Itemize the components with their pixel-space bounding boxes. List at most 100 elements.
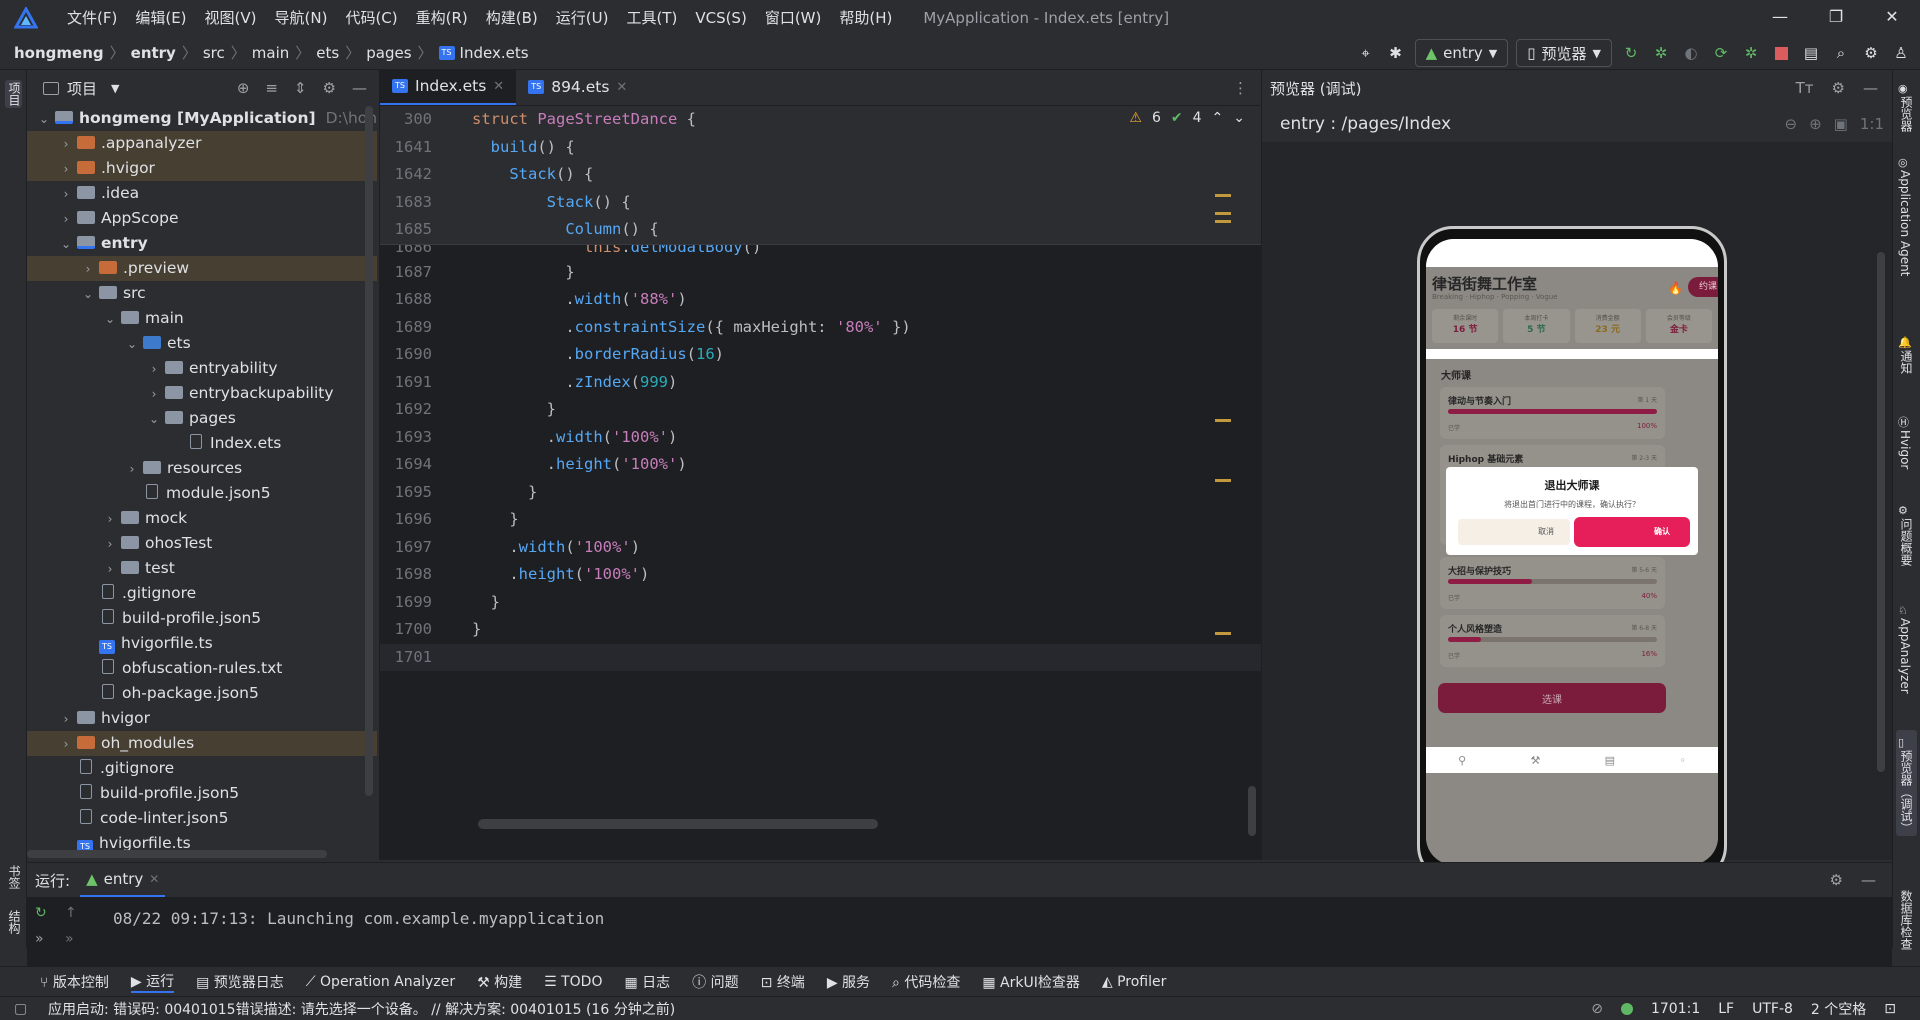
fit-icon[interactable]: ▣ (1834, 115, 1848, 133)
line-number[interactable]: 1688 (380, 286, 450, 314)
tree-item[interactable]: build-profile.json5 (27, 781, 377, 806)
menu-help[interactable]: 帮助(H) (830, 0, 901, 36)
dialog-confirm-button[interactable]: 确认 (1574, 517, 1690, 547)
chevron-down-icon[interactable]: ⌄ (147, 407, 161, 432)
dialog-cancel-button[interactable]: 取消 (1458, 519, 1570, 545)
attach-icon[interactable]: ◐ (1680, 42, 1702, 64)
tree-item[interactable]: .gitignore (27, 756, 377, 781)
books-tab-icon[interactable]: ▤ (1605, 754, 1615, 767)
chevron-down-icon[interactable]: ⌄ (125, 332, 139, 357)
project-panel-title[interactable]: 项目 (67, 78, 97, 99)
gear-icon[interactable]: ⚙ (1830, 871, 1843, 889)
line-number[interactable]: 1701 (380, 644, 450, 672)
book-button[interactable]: 约课 (1688, 277, 1718, 297)
menu-vcs[interactable]: VCS(S) (686, 0, 755, 36)
chevron-down-icon[interactable]: ⌄ (37, 107, 51, 132)
arkui-inspector-tool[interactable]: ▦ ArkUI检查器 (982, 972, 1080, 992)
services-tool[interactable]: ▶ 服务 (827, 972, 870, 992)
select-course-button[interactable]: 选课 (1438, 683, 1666, 713)
line-number[interactable]: 1695 (380, 479, 450, 507)
chevron-right-icon[interactable]: › (59, 157, 73, 182)
problems-tool[interactable]: ⓘ 问题 (692, 972, 738, 992)
inspection-widget[interactable]: ⚠ 6 ✔ 4 ⌃ ⌄ (1129, 110, 1245, 126)
previewer-log-tool[interactable]: ▤ 预览器日志 (196, 972, 284, 992)
code-line[interactable]: 1687 } (380, 259, 1261, 287)
gear-icon[interactable]: ⚙ (1860, 42, 1882, 64)
tree-item[interactable]: › ohosTest (27, 531, 377, 556)
line-number[interactable]: 1685 (380, 216, 450, 244)
chevron-right-icon[interactable]: › (125, 457, 139, 482)
rerun-icon[interactable]: ↻ (1620, 42, 1642, 64)
code-area[interactable]: 300 struct PageStreetDance {1641 build() … (380, 106, 1261, 860)
tree-item[interactable]: › AppScope (27, 206, 377, 231)
menu-run[interactable]: 运行(U) (547, 0, 618, 36)
menu-build[interactable]: 构建(B) (477, 0, 547, 36)
code-line[interactable]: 1688 .width('88%') (380, 286, 1261, 314)
code-line[interactable]: 1701 (380, 643, 1261, 672)
code-line[interactable]: 1698 .height('100%') (380, 561, 1261, 589)
tree-item[interactable]: ⌄ pages (27, 406, 377, 431)
close-icon[interactable]: ✕ (493, 79, 504, 94)
agent-icon[interactable]: ♙ (1890, 42, 1912, 64)
tree-item[interactable]: .gitignore (27, 581, 377, 606)
code-line[interactable]: 1642 Stack() { (380, 161, 1261, 189)
file-encoding[interactable]: UTF-8 (1752, 1001, 1793, 1017)
chevron-right-icon[interactable]: › (103, 507, 117, 532)
menu-navigate[interactable]: 导航(N) (266, 0, 337, 36)
line-number[interactable]: 1692 (380, 396, 450, 424)
tree-item[interactable]: build-profile.json5 (27, 606, 377, 631)
code-line[interactable]: 1700} (380, 616, 1261, 644)
lock-icon[interactable]: ⊡ (1884, 1001, 1896, 1017)
code-line[interactable]: 1685 Column() { (380, 216, 1261, 244)
structure-tool-button[interactable]: 结构 (6, 910, 23, 938)
database-tool-button[interactable]: 数据库检查 (1898, 890, 1915, 950)
bookmarks-tool-button[interactable]: 书签 (6, 865, 23, 893)
zoom-out-icon[interactable]: ⊖ (1785, 115, 1798, 133)
menu-edit[interactable]: 编辑(E) (126, 0, 195, 36)
tree-item[interactable]: › entrybackupability (27, 381, 377, 406)
locate-icon[interactable]: ⊕ (237, 79, 250, 97)
tree-item[interactable]: › .hvigor (27, 156, 377, 181)
line-number[interactable]: 1642 (380, 161, 450, 189)
course-card[interactable]: 个人风格塑造 第 6-8 天 已学 16% (1440, 615, 1665, 667)
profile-icon[interactable]: ✲ (1740, 42, 1762, 64)
crumb-ets[interactable]: ets (316, 44, 339, 62)
hide-icon[interactable]: — (1861, 871, 1876, 889)
warning-marker[interactable] (1215, 632, 1231, 635)
run-tool[interactable]: ▶ 运行 (130, 971, 175, 993)
project-tool-button[interactable]: 项目 (5, 80, 22, 108)
chevron-down-icon[interactable]: ⌄ (59, 232, 73, 257)
log-tool[interactable]: ▦ 日志 (624, 972, 670, 992)
warning-marker[interactable] (1215, 419, 1231, 422)
line-number[interactable]: 1696 (380, 506, 450, 534)
gear-icon[interactable]: ⚙ (1832, 79, 1845, 97)
collapse-all-icon[interactable]: ≡ (265, 79, 278, 97)
tree-item[interactable]: › entryability (27, 356, 377, 381)
status-message[interactable]: 应用启动: 错误码: 00401015错误描述: 请先选择一个设备。 // 解决… (48, 999, 675, 1019)
code-line[interactable]: 1641 build() { (380, 133, 1261, 161)
minimize-icon[interactable]: — (1752, 0, 1808, 36)
tree-item[interactable]: obfuscation-rules.txt (27, 656, 377, 681)
close-icon[interactable]: ✕ (1864, 0, 1920, 36)
up-arrow-icon[interactable]: ↑ (65, 905, 77, 921)
close-icon[interactable]: ✕ (149, 872, 159, 886)
line-number[interactable]: 1690 (380, 341, 450, 369)
menu-tools[interactable]: 工具(T) (617, 0, 686, 36)
tree-item[interactable]: › resources (27, 456, 377, 481)
line-number[interactable]: 1686 (380, 245, 450, 259)
line-number[interactable]: 1693 (380, 424, 450, 452)
tree-item[interactable]: ⌄ entry (27, 231, 377, 256)
hide-icon[interactable]: — (352, 79, 367, 97)
bug-icon[interactable]: ✱ (1385, 42, 1407, 64)
device-manager-icon[interactable]: ▤ (1800, 42, 1822, 64)
menu-view[interactable]: 视图(V) (196, 0, 266, 36)
tree-item[interactable]: oh-package.json5 (27, 681, 377, 706)
line-number[interactable]: 1689 (380, 314, 450, 342)
editor-hscrollbar[interactable] (478, 819, 878, 829)
chevron-right-icon[interactable]: › (59, 207, 73, 232)
code-line[interactable]: 1696 } (380, 506, 1261, 534)
tab-index-ets[interactable]: TS Index.ets ✕ (380, 69, 517, 105)
crumb-entry[interactable]: entry (131, 44, 176, 62)
chevron-right-icon[interactable]: › (81, 257, 95, 282)
caret-position[interactable]: 1701:1 (1651, 1001, 1700, 1017)
